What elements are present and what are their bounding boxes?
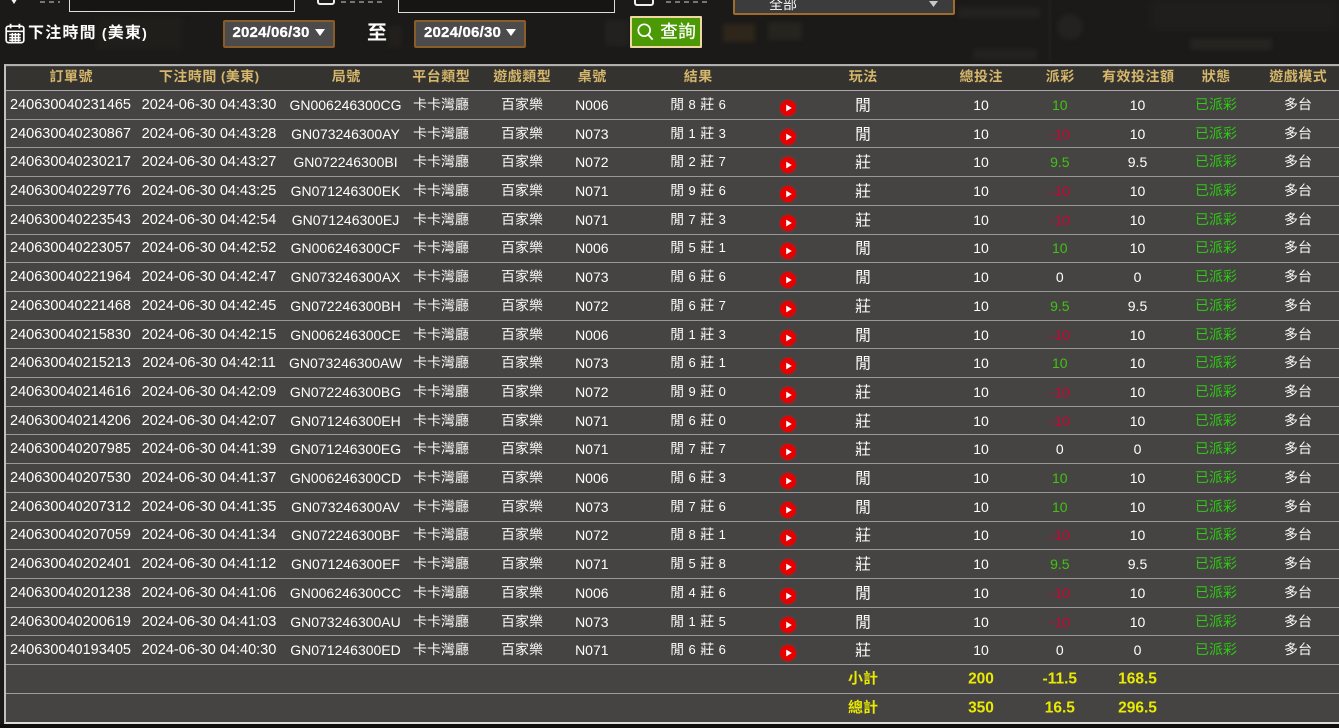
svg-text:): ) <box>142 25 147 41</box>
svg-text:6: 6 <box>719 269 726 284</box>
svg-text:1: 1 <box>719 355 726 370</box>
svg-text:2: 2 <box>689 154 696 169</box>
svg-text:6: 6 <box>689 413 696 428</box>
svg-text:6: 6 <box>719 585 726 600</box>
svg-text:7: 7 <box>719 154 726 169</box>
svg-text:6: 6 <box>719 97 726 112</box>
svg-text:7: 7 <box>719 441 726 456</box>
svg-text:6: 6 <box>719 499 726 514</box>
svg-text:4: 4 <box>689 585 696 600</box>
svg-text:1: 1 <box>689 327 696 342</box>
svg-text:): ) <box>255 69 259 84</box>
svg-text:1: 1 <box>689 126 696 141</box>
svg-text:0: 0 <box>719 413 726 428</box>
svg-text:6: 6 <box>719 183 726 198</box>
svg-text:8: 8 <box>719 556 726 571</box>
svg-text:9: 9 <box>689 183 696 198</box>
svg-text:5: 5 <box>689 556 696 571</box>
svg-text:7: 7 <box>719 298 726 313</box>
svg-text:1: 1 <box>719 528 726 543</box>
svg-text:6: 6 <box>689 642 696 657</box>
svg-text:6: 6 <box>689 470 696 485</box>
svg-text:1: 1 <box>719 240 726 255</box>
svg-text:(: ( <box>102 25 107 41</box>
svg-text:3: 3 <box>719 327 726 342</box>
svg-text:7: 7 <box>689 212 696 227</box>
svg-text:5: 5 <box>719 614 726 629</box>
svg-text:5: 5 <box>689 240 696 255</box>
svg-text:3: 3 <box>719 470 726 485</box>
svg-text:3: 3 <box>719 126 726 141</box>
svg-text:3: 3 <box>719 212 726 227</box>
svg-text:(: ( <box>221 69 226 84</box>
svg-text:6: 6 <box>689 269 696 284</box>
svg-text:6: 6 <box>719 642 726 657</box>
svg-text:6: 6 <box>689 355 696 370</box>
svg-text:1: 1 <box>689 614 696 629</box>
svg-text:6: 6 <box>689 298 696 313</box>
svg-text:9: 9 <box>689 384 696 399</box>
svg-text:0: 0 <box>719 384 726 399</box>
svg-text:7: 7 <box>689 499 696 514</box>
svg-text:8: 8 <box>689 97 696 112</box>
svg-text:7: 7 <box>689 441 696 456</box>
svg-text:8: 8 <box>689 528 696 543</box>
